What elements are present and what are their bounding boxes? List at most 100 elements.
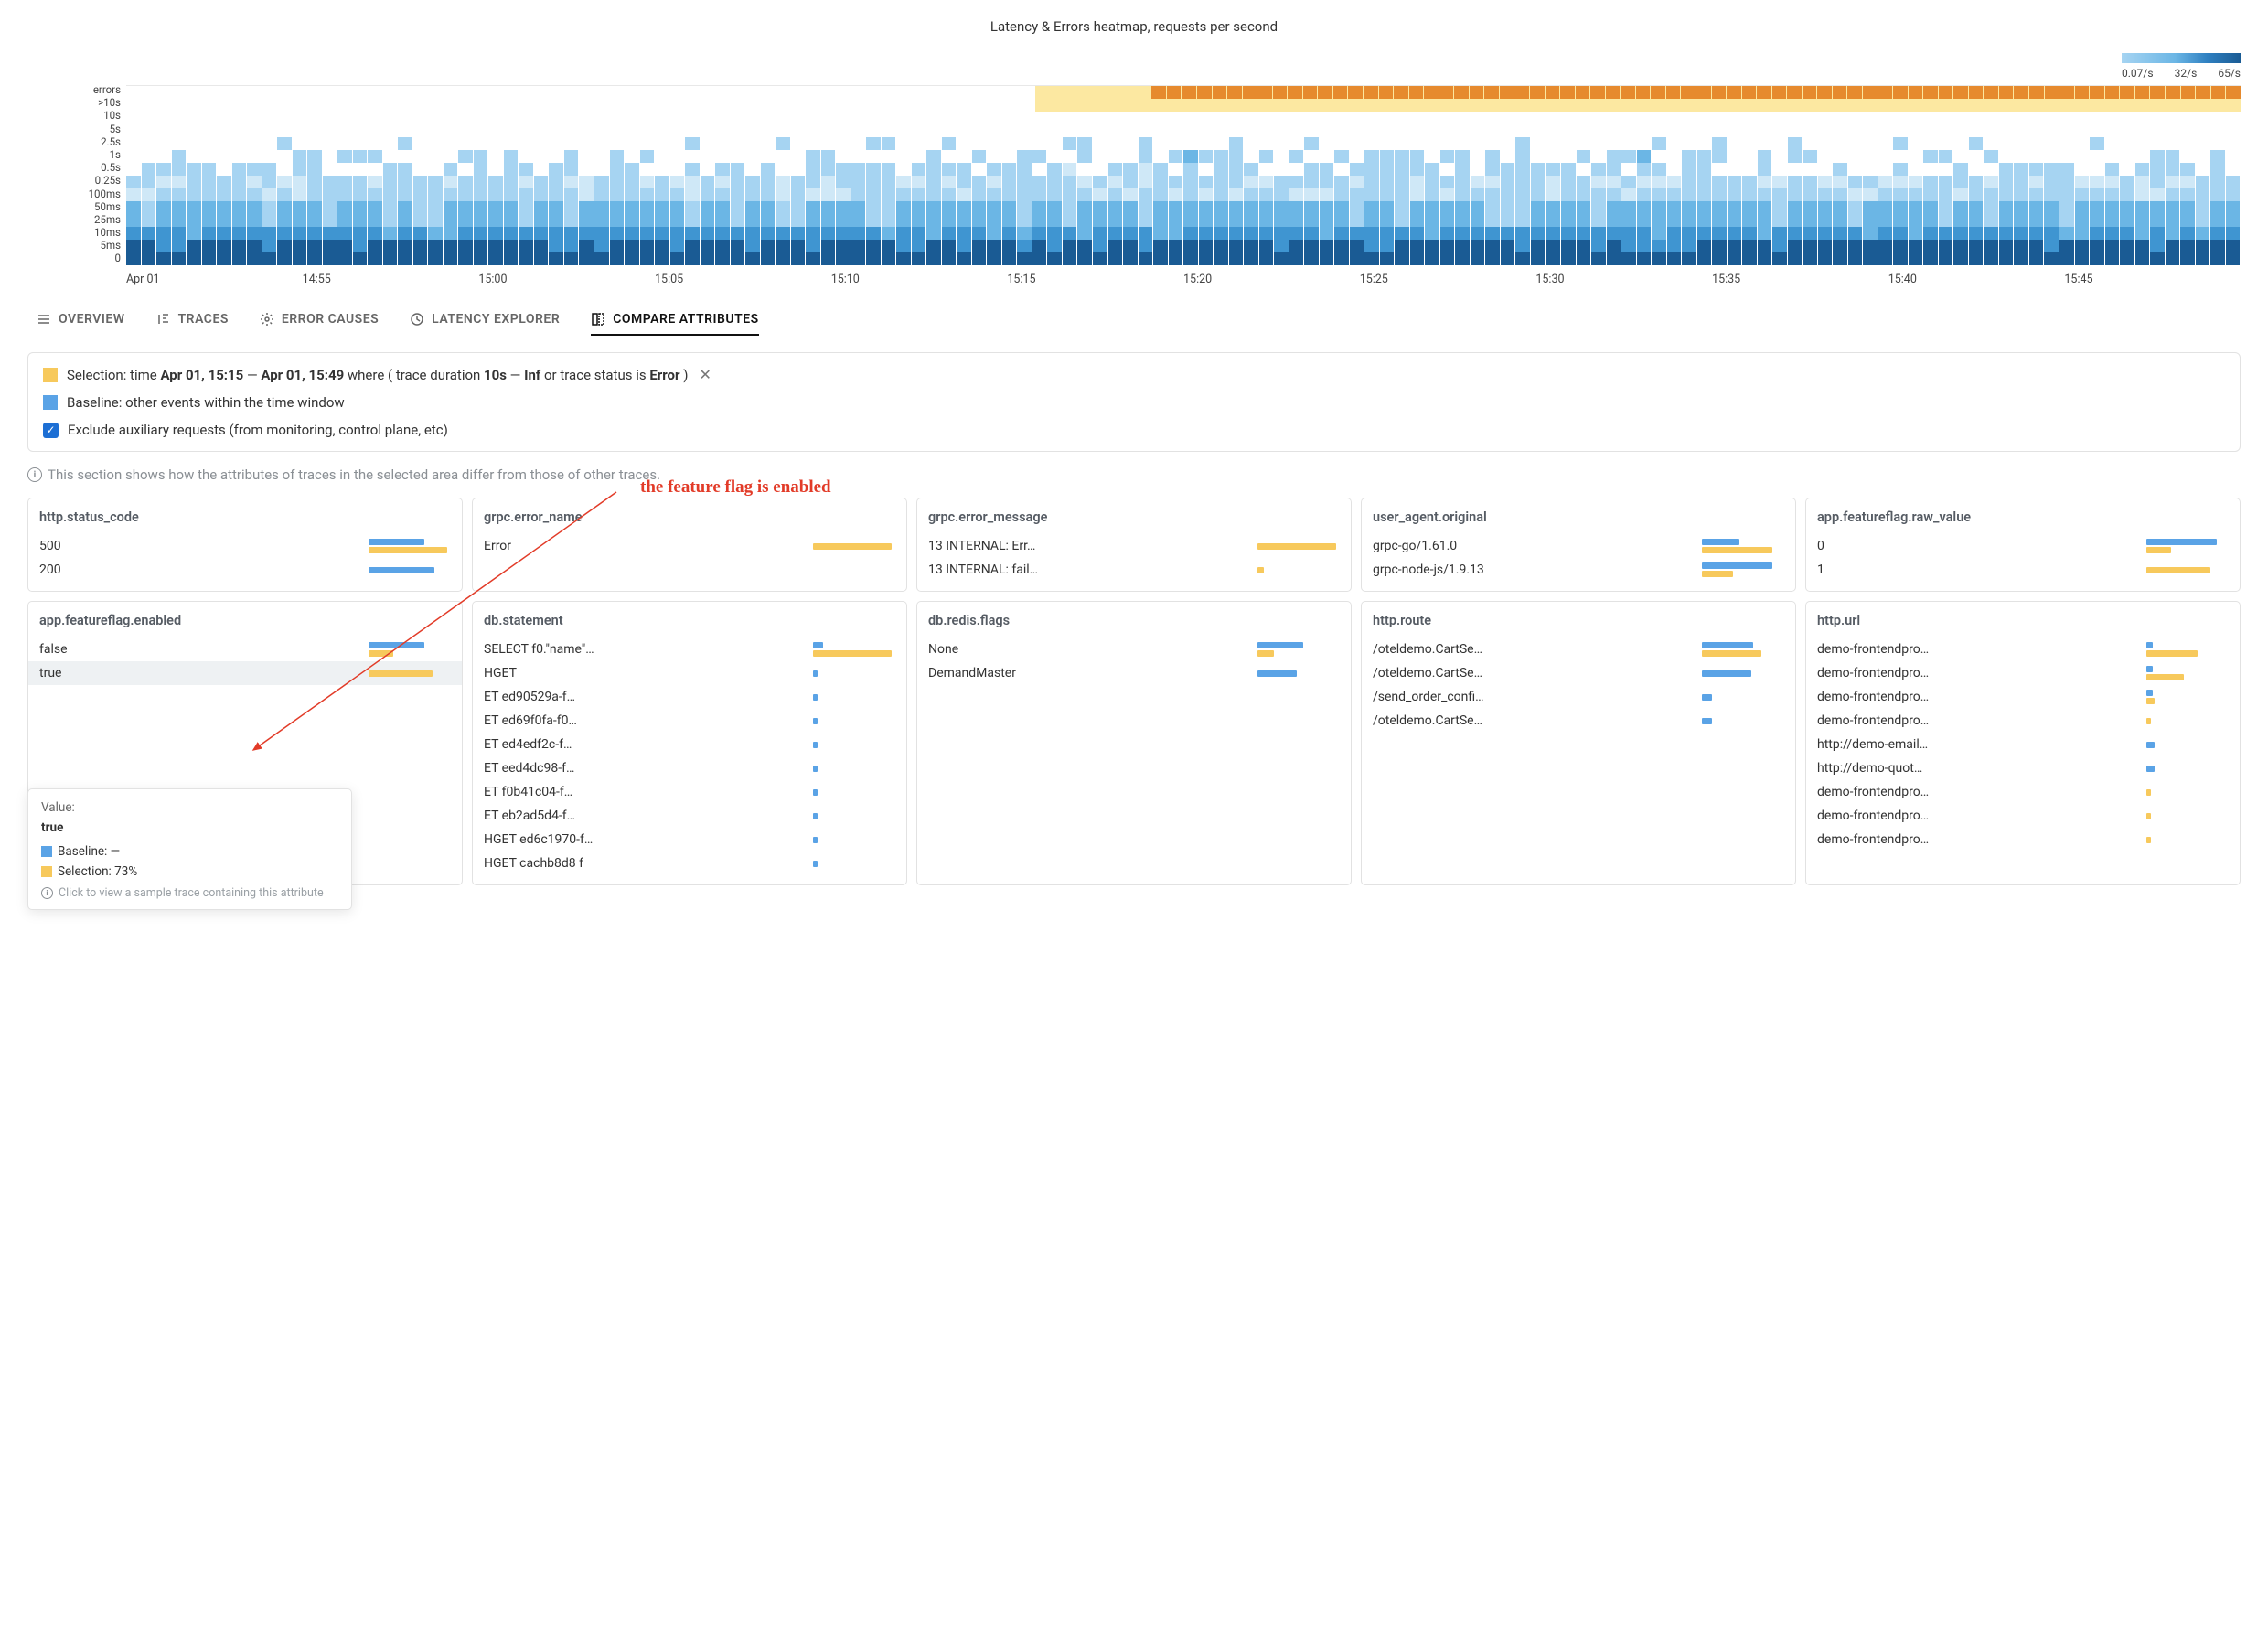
attribute-bars — [813, 718, 895, 724]
attribute-row[interactable]: ET ed69f0fa-f0… — [484, 709, 895, 733]
heatmap-row — [126, 124, 2241, 137]
attribute-label: /oteldemo.CartSe… — [1373, 713, 1603, 728]
filter-selection-row: Selection: time Apr 01, 15:15 — Apr 01, … — [43, 366, 2225, 383]
attribute-row[interactable]: demo-frontendpro… — [1817, 804, 2229, 828]
attribute-bars — [2146, 837, 2229, 843]
swatch-baseline — [43, 395, 58, 410]
heatmap-row — [126, 252, 2241, 265]
heatmap[interactable]: errors>10s10s5s2.5s1s0.5s0.25s100ms50ms2… — [18, 85, 2250, 265]
attribute-row[interactable]: HGET — [484, 661, 895, 685]
attribute-row[interactable]: /oteldemo.CartSe… — [1373, 637, 1784, 661]
attribute-bars — [813, 861, 895, 867]
attribute-row[interactable]: 0 — [1817, 534, 2229, 558]
attribute-label: demo-frontendpro… — [1817, 785, 2048, 799]
attribute-label: 200 — [39, 562, 270, 577]
attribute-row[interactable]: ET ed4edf2c-f… — [484, 733, 895, 756]
attribute-row[interactable]: DemandMaster — [928, 661, 1340, 685]
tab-traces[interactable]: TRACES — [156, 312, 229, 336]
attribute-row[interactable]: 13 INTERNAL: fail… — [928, 558, 1340, 582]
attribute-row[interactable]: /oteldemo.CartSe… — [1373, 661, 1784, 685]
info-icon: i — [41, 887, 53, 899]
attribute-card[interactable]: grpc.error_nameError — [472, 498, 907, 592]
attribute-row[interactable]: None — [928, 637, 1340, 661]
tab-error-causes[interactable]: ERROR CAUSES — [260, 312, 379, 336]
attribute-label: ET ed4edf2c-f… — [484, 737, 714, 752]
attribute-row[interactable]: http://demo-email… — [1817, 733, 2229, 756]
attribute-card[interactable]: user_agent.originalgrpc-go/1.61.0grpc-no… — [1361, 498, 1796, 592]
tab-compare-attributes[interactable]: COMPARE ATTRIBUTES — [591, 312, 758, 336]
heatmap-ytick: 25ms — [94, 215, 121, 226]
attribute-bars — [1702, 718, 1784, 724]
attribute-row[interactable]: 13 INTERNAL: Err… — [928, 534, 1340, 558]
attribute-row[interactable]: true — [28, 661, 462, 685]
attribute-label: 13 INTERNAL: fail… — [928, 562, 1159, 577]
overview-icon — [37, 312, 51, 327]
attribute-card-title: grpc.error_message — [928, 509, 1340, 525]
attribute-bars — [813, 694, 895, 701]
heatmap-row — [126, 163, 2241, 176]
attribute-row[interactable]: demo-frontendpro… — [1817, 661, 2229, 685]
attribute-card[interactable]: app.featureflag.raw_value01 — [1805, 498, 2241, 592]
attribute-row[interactable]: HGET cachb8d8 f — [484, 852, 895, 875]
legend-min: 0.07/s — [2122, 67, 2154, 80]
attribute-row[interactable]: ET eed4dc98-f… — [484, 756, 895, 780]
attribute-row[interactable]: demo-frontendpro… — [1817, 709, 2229, 733]
attribute-bars — [813, 766, 895, 772]
attribute-row[interactable]: demo-frontendpro… — [1817, 685, 2229, 709]
attribute-row[interactable]: 1 — [1817, 558, 2229, 582]
attribute-card-title: db.statement — [484, 613, 895, 628]
attribute-bars — [2146, 539, 2229, 553]
tab-overview[interactable]: OVERVIEW — [37, 312, 125, 336]
attribute-bars — [2146, 642, 2229, 657]
tab-latency-explorer[interactable]: LATENCY EXPLORER — [410, 312, 560, 336]
attribute-row[interactable]: grpc-go/1.61.0 — [1373, 534, 1784, 558]
tooltip-selection-row: Selection: 73% — [41, 864, 338, 879]
attribute-card[interactable]: http.status_code500200 — [27, 498, 463, 592]
attribute-card[interactable]: grpc.error_message 13 INTERNAL: Err… 13 IN… — [916, 498, 1352, 592]
swatch-selection — [43, 368, 58, 382]
attribute-row[interactable]: ET eb2ad5d4-f… — [484, 804, 895, 828]
attribute-card[interactable]: db.redis.flagsNoneDemandMaster — [916, 601, 1352, 885]
attribute-row[interactable]: demo-frontendpro… — [1817, 780, 2229, 804]
exclude-auxiliary-checkbox[interactable]: ✓ — [43, 423, 59, 438]
heatmap-xtick: Apr 01 — [126, 273, 303, 286]
attribute-bars — [813, 642, 895, 657]
clear-selection-icon[interactable]: ✕ — [699, 366, 711, 383]
attribute-row[interactable]: /oteldemo.CartSe… — [1373, 709, 1784, 733]
attribute-row[interactable]: ET f0b41c04-f… — [484, 780, 895, 804]
attribute-card[interactable]: http.urldemo-frontendpro…demo-frontendpr… — [1805, 601, 2241, 885]
attribute-card[interactable]: http.route/oteldemo.CartSe…/oteldemo.Car… — [1361, 601, 1796, 885]
attribute-label: grpc-go/1.61.0 — [1373, 539, 1603, 553]
chart-title: Latency & Errors heatmap, requests per s… — [18, 18, 2250, 35]
attribute-row[interactable]: /send_order_confi… — [1373, 685, 1784, 709]
attribute-row[interactable]: demo-frontendpro… — [1817, 828, 2229, 852]
heatmap-xtick: 15:35 — [1712, 273, 1888, 286]
tooltip-baseline-row: Baseline: — — [41, 844, 338, 859]
attribute-row[interactable]: 200 — [39, 558, 451, 582]
heatmap-row — [126, 227, 2241, 240]
attribute-label: /send_order_confi… — [1373, 690, 1603, 704]
attribute-row[interactable]: ET ed90529a-f… — [484, 685, 895, 709]
attribute-row[interactable]: grpc-node-js/1.9.13 — [1373, 558, 1784, 582]
attribute-card[interactable]: db.statement SELECT f0."name"…HGETET ed90… — [472, 601, 907, 885]
attribute-label: ET eed4dc98-f… — [484, 761, 714, 776]
attribute-row[interactable]: SELECT f0."name"… — [484, 637, 895, 661]
attribute-bars — [1257, 567, 1340, 573]
swatch-selection-small — [41, 866, 52, 877]
tab-compare-attributes-label: COMPARE ATTRIBUTES — [613, 312, 758, 327]
tab-traces-label: TRACES — [178, 312, 229, 327]
filter-baseline-row: Baseline: other events within the time w… — [43, 394, 2225, 411]
traces-icon — [156, 312, 171, 327]
attribute-row[interactable]: demo-frontendpro… — [1817, 637, 2229, 661]
heatmap-xtick: 15:25 — [1360, 273, 1536, 286]
attribute-row[interactable]: Error — [484, 534, 895, 558]
attribute-label: HGET ed6c1970-f… — [484, 832, 714, 847]
heatmap-xtick: 15:45 — [2064, 273, 2241, 286]
heatmap-row — [126, 176, 2241, 188]
attribute-row[interactable]: 500 — [39, 534, 451, 558]
attribute-row[interactable]: false — [39, 637, 451, 661]
attribute-bars — [813, 543, 895, 550]
attribute-row[interactable]: HGET ed6c1970-f… — [484, 828, 895, 852]
attribute-row[interactable]: http://demo-quot… — [1817, 756, 2229, 780]
swatch-baseline-small — [41, 846, 52, 857]
